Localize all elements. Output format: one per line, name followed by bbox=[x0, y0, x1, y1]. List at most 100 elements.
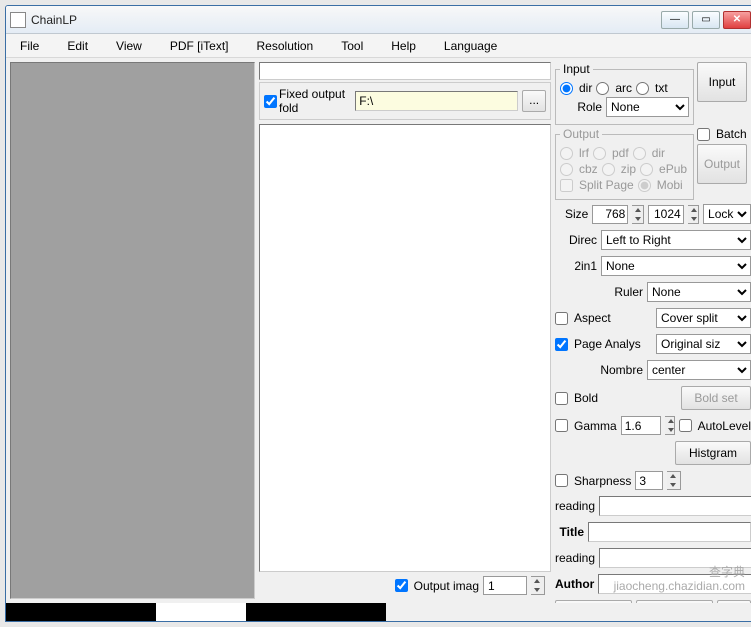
input-button[interactable]: Input bbox=[697, 62, 747, 102]
two-in-one-select[interactable]: None bbox=[601, 256, 751, 276]
window-title: ChainLP bbox=[31, 13, 661, 27]
input-fieldset: Input dir arc txt Role None bbox=[555, 62, 694, 125]
size-width-input[interactable] bbox=[592, 205, 628, 224]
client-area: Fixed output fold ... Output imag Input … bbox=[6, 58, 751, 603]
file-list-panel[interactable] bbox=[259, 124, 551, 572]
two-in-one-label: 2in1 bbox=[555, 259, 597, 273]
bold-set-button[interactable]: Bold set bbox=[681, 386, 751, 410]
nombre-label: Nombre bbox=[555, 363, 643, 377]
output-zip-radio bbox=[602, 163, 615, 176]
menu-tool[interactable]: Tool bbox=[337, 37, 367, 55]
size-height-input[interactable] bbox=[648, 205, 684, 224]
output-dir-radio bbox=[633, 147, 646, 160]
output-image-checkbox[interactable] bbox=[395, 579, 408, 592]
nombre-select[interactable]: center bbox=[647, 360, 751, 380]
application-window: ChainLP — ▭ ✕ File Edit View PDF [iText]… bbox=[5, 5, 751, 622]
aspect-checkbox[interactable] bbox=[555, 312, 568, 325]
aspect-select[interactable]: Cover split bbox=[656, 308, 751, 328]
direction-label: Direc bbox=[555, 233, 597, 247]
input-arc-label: arc bbox=[615, 81, 632, 95]
input-dir-label: dir bbox=[579, 81, 592, 95]
fixed-output-folder-row: Fixed output fold ... bbox=[259, 82, 551, 120]
input-legend: Input bbox=[560, 62, 593, 76]
output-cbz-radio bbox=[560, 163, 573, 176]
output-lrf-radio bbox=[560, 147, 573, 160]
menu-language[interactable]: Language bbox=[440, 37, 501, 55]
app-icon bbox=[10, 12, 26, 28]
gamma-label: Gamma bbox=[574, 419, 617, 433]
fixed-output-path-input[interactable] bbox=[355, 91, 518, 111]
input-txt-radio[interactable] bbox=[636, 82, 649, 95]
title-label: Title bbox=[555, 525, 584, 539]
output-image-spinner[interactable] bbox=[531, 576, 545, 595]
page-analysis-checkbox[interactable] bbox=[555, 338, 568, 351]
output-image-value[interactable] bbox=[483, 576, 527, 595]
author-input[interactable] bbox=[598, 574, 751, 594]
autolevel-label: AutoLevel bbox=[698, 419, 751, 433]
output-epub-label: ePub bbox=[659, 162, 687, 176]
menu-help[interactable]: Help bbox=[387, 37, 420, 55]
page-analysis-label: Page Analys bbox=[574, 337, 652, 351]
title-reading-label: reading bbox=[555, 499, 595, 513]
batch-checkbox[interactable] bbox=[697, 128, 710, 141]
menu-view[interactable]: View bbox=[112, 37, 146, 55]
titlebar: ChainLP — ▭ ✕ bbox=[6, 6, 751, 34]
output-lrf-label: lrf bbox=[579, 146, 589, 160]
gamma-value-input[interactable] bbox=[621, 416, 661, 435]
role-select[interactable]: None bbox=[606, 97, 689, 117]
menu-edit[interactable]: Edit bbox=[63, 37, 92, 55]
autolevel-checkbox[interactable] bbox=[679, 419, 692, 432]
status-segment-scroll[interactable] bbox=[156, 603, 246, 621]
menu-file[interactable]: File bbox=[16, 37, 43, 55]
sharpness-checkbox[interactable] bbox=[555, 474, 568, 487]
bold-checkbox[interactable] bbox=[555, 392, 568, 405]
output-mobi-label: Mobi bbox=[657, 178, 683, 192]
batch-label: Batch bbox=[716, 127, 747, 141]
size-lock-select[interactable]: LockH bbox=[703, 204, 751, 224]
input-arc-radio[interactable] bbox=[596, 82, 609, 95]
output-image-label: Output imag bbox=[414, 579, 479, 593]
input-group-container: Input dir arc txt Role None Input bbox=[555, 62, 751, 125]
maximize-button[interactable]: ▭ bbox=[692, 11, 720, 29]
sharpness-value-input[interactable] bbox=[635, 471, 663, 490]
minimize-button[interactable]: — bbox=[661, 11, 689, 29]
menu-resolution[interactable]: Resolution bbox=[253, 37, 318, 55]
page-analysis-select[interactable]: Original siz bbox=[656, 334, 751, 354]
right-settings-panel: Input dir arc txt Role None Input bbox=[555, 58, 751, 603]
status-segment-1 bbox=[6, 603, 156, 621]
fixed-output-checkbox[interactable] bbox=[264, 95, 277, 108]
statusbar bbox=[6, 603, 751, 621]
output-zip-label: zip bbox=[621, 162, 636, 176]
status-segment-2 bbox=[246, 603, 386, 621]
output-split-label: Split Page bbox=[579, 178, 634, 192]
sharpness-label: Sharpness bbox=[574, 474, 631, 488]
output-dir-label: dir bbox=[652, 146, 665, 160]
size-height-spinner[interactable] bbox=[688, 205, 699, 224]
menu-pdf[interactable]: PDF [iText] bbox=[166, 37, 233, 55]
aspect-label: Aspect bbox=[574, 311, 652, 325]
left-preview-panel bbox=[10, 62, 255, 599]
histogram-button[interactable]: Histgram bbox=[675, 441, 751, 465]
author-reading-label: reading bbox=[555, 551, 595, 565]
middle-panel: Fixed output fold ... Output imag bbox=[259, 62, 551, 599]
output-button[interactable]: Output bbox=[697, 144, 747, 184]
browse-output-button[interactable]: ... bbox=[522, 90, 546, 112]
gamma-checkbox[interactable] bbox=[555, 419, 568, 432]
input-dir-radio[interactable] bbox=[560, 82, 573, 95]
title-input[interactable] bbox=[588, 522, 751, 542]
author-reading-input[interactable] bbox=[599, 548, 751, 568]
direction-select[interactable]: Left to Right bbox=[601, 230, 751, 250]
output-pdf-radio bbox=[593, 147, 606, 160]
close-button[interactable]: ✕ bbox=[723, 11, 751, 29]
title-reading-input[interactable] bbox=[599, 496, 751, 516]
output-image-row: Output imag bbox=[259, 572, 551, 599]
gamma-spinner[interactable] bbox=[665, 416, 675, 435]
window-control-buttons: — ▭ ✕ bbox=[661, 11, 751, 29]
output-split-checkbox bbox=[560, 179, 573, 192]
ruler-select[interactable]: None bbox=[647, 282, 751, 302]
size-label: Size bbox=[555, 207, 588, 221]
ruler-label: Ruler bbox=[555, 285, 643, 299]
size-width-spinner[interactable] bbox=[632, 205, 643, 224]
menubar: File Edit View PDF [iText] Resolution To… bbox=[6, 34, 751, 58]
sharpness-spinner[interactable] bbox=[667, 471, 681, 490]
